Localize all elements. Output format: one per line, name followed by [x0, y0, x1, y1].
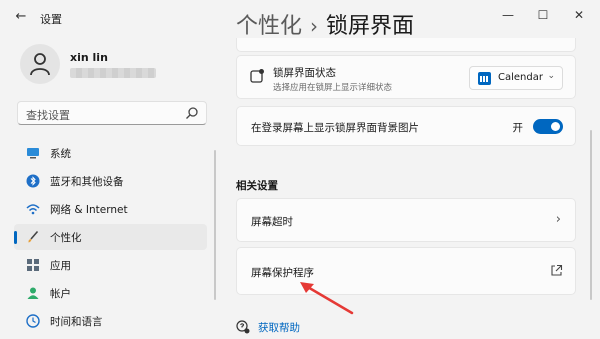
user-email-obscured — [70, 68, 156, 78]
search-placeholder: 查找设置 — [26, 109, 70, 122]
sidebar-scrollbar[interactable] — [214, 150, 216, 300]
minimize-button[interactable]: — — [497, 5, 519, 25]
show-background-title: 在登录屏幕上显示锁屏界面背景图片 — [251, 122, 419, 134]
monitor-icon — [27, 148, 39, 159]
back-button[interactable]: ← — [12, 8, 30, 26]
show-background-toggle[interactable] — [533, 119, 563, 134]
sidebar-item-system[interactable]: 系统 — [14, 140, 207, 166]
arrow-left-icon: ← — [15, 9, 27, 24]
setting-lock-screen-status: 锁屏界面状态 选择应用在锁屏上显示详细状态 Calendar ⌄ — [236, 55, 576, 99]
brush-icon — [28, 230, 39, 243]
content-scrollbar[interactable] — [590, 130, 592, 300]
get-help-label: 获取帮助 — [258, 322, 300, 334]
setting-screen-timeout[interactable]: 屏幕超时 › — [236, 198, 576, 242]
lock-screen-status-icon — [250, 69, 264, 83]
user-name: xin lin — [70, 51, 108, 64]
sidebar-item-label: 网络 & Internet — [50, 204, 128, 216]
breadcrumb: 个性化 › 锁屏界面 — [236, 8, 414, 40]
sidebar-item-label: 应用 — [50, 260, 71, 272]
avatar[interactable] — [20, 44, 60, 84]
sidebar-item-label: 蓝牙和其他设备 — [50, 176, 124, 188]
active-indicator — [14, 231, 17, 244]
search-input[interactable]: 查找设置 — [17, 101, 207, 125]
lock-status-dropdown[interactable]: Calendar ⌄ — [469, 66, 563, 90]
setting-screen-saver[interactable]: 屏幕保护程序 — [236, 247, 576, 295]
lock-status-subtitle: 选择应用在锁屏上显示详细状态 — [273, 83, 393, 93]
toggle-state-label: 开 — [512, 122, 524, 134]
calendar-icon — [478, 72, 491, 85]
sidebar-item-bluetooth[interactable]: 蓝牙和其他设备 — [14, 168, 207, 194]
sidebar-item-accounts[interactable]: 帐户 — [14, 280, 207, 306]
close-button[interactable]: ✕ — [568, 5, 590, 25]
chevron-right-icon: › — [555, 212, 561, 227]
help-chat-icon — [236, 320, 250, 334]
chevron-down-icon: ⌄ — [547, 71, 555, 81]
screen-saver-label: 屏幕保护程序 — [251, 267, 314, 279]
sidebar-item-label: 帐户 — [50, 288, 71, 300]
page-title: 锁屏界面 — [326, 14, 415, 39]
maximize-button[interactable]: ☐ — [532, 5, 554, 25]
app-title: 设置 — [40, 13, 62, 26]
sidebar-item-time-language[interactable]: 时间和语言 — [14, 308, 207, 334]
open-external-icon — [551, 264, 563, 276]
sidebar-item-personalization[interactable]: 个性化 — [14, 224, 207, 250]
sidebar-item-network[interactable]: 网络 & Internet — [14, 196, 207, 222]
sidebar-item-label: 时间和语言 — [50, 316, 103, 328]
dropdown-selected-value: Calendar — [498, 72, 543, 83]
section-title-related: 相关设置 — [236, 180, 278, 192]
lock-status-title: 锁屏界面状态 — [273, 67, 336, 79]
person-icon — [27, 287, 39, 299]
apps-icon — [27, 259, 39, 271]
wifi-icon — [26, 204, 40, 215]
breadcrumb-parent[interactable]: 个性化 — [236, 14, 302, 39]
clock-globe-icon — [26, 314, 40, 328]
sidebar-item-apps[interactable]: 应用 — [14, 252, 207, 278]
screen-timeout-label: 屏幕超时 — [251, 216, 293, 228]
search-icon — [186, 107, 198, 119]
setting-show-background: 在登录屏幕上显示锁屏界面背景图片 开 — [236, 106, 576, 146]
bluetooth-icon — [26, 174, 40, 188]
setting-card-clipped — [236, 38, 576, 52]
annotation-arrow — [300, 282, 354, 315]
sidebar-item-label: 个性化 — [50, 232, 82, 244]
breadcrumb-separator: › — [310, 14, 319, 38]
settings-window: ← 设置 — ☐ ✕ xin lin 查找设置 系统 蓝牙和其他设备 网络 & … — [0, 0, 600, 339]
toggle-knob — [551, 122, 560, 131]
person-icon — [30, 53, 50, 76]
sidebar-item-label: 系统 — [50, 148, 71, 160]
